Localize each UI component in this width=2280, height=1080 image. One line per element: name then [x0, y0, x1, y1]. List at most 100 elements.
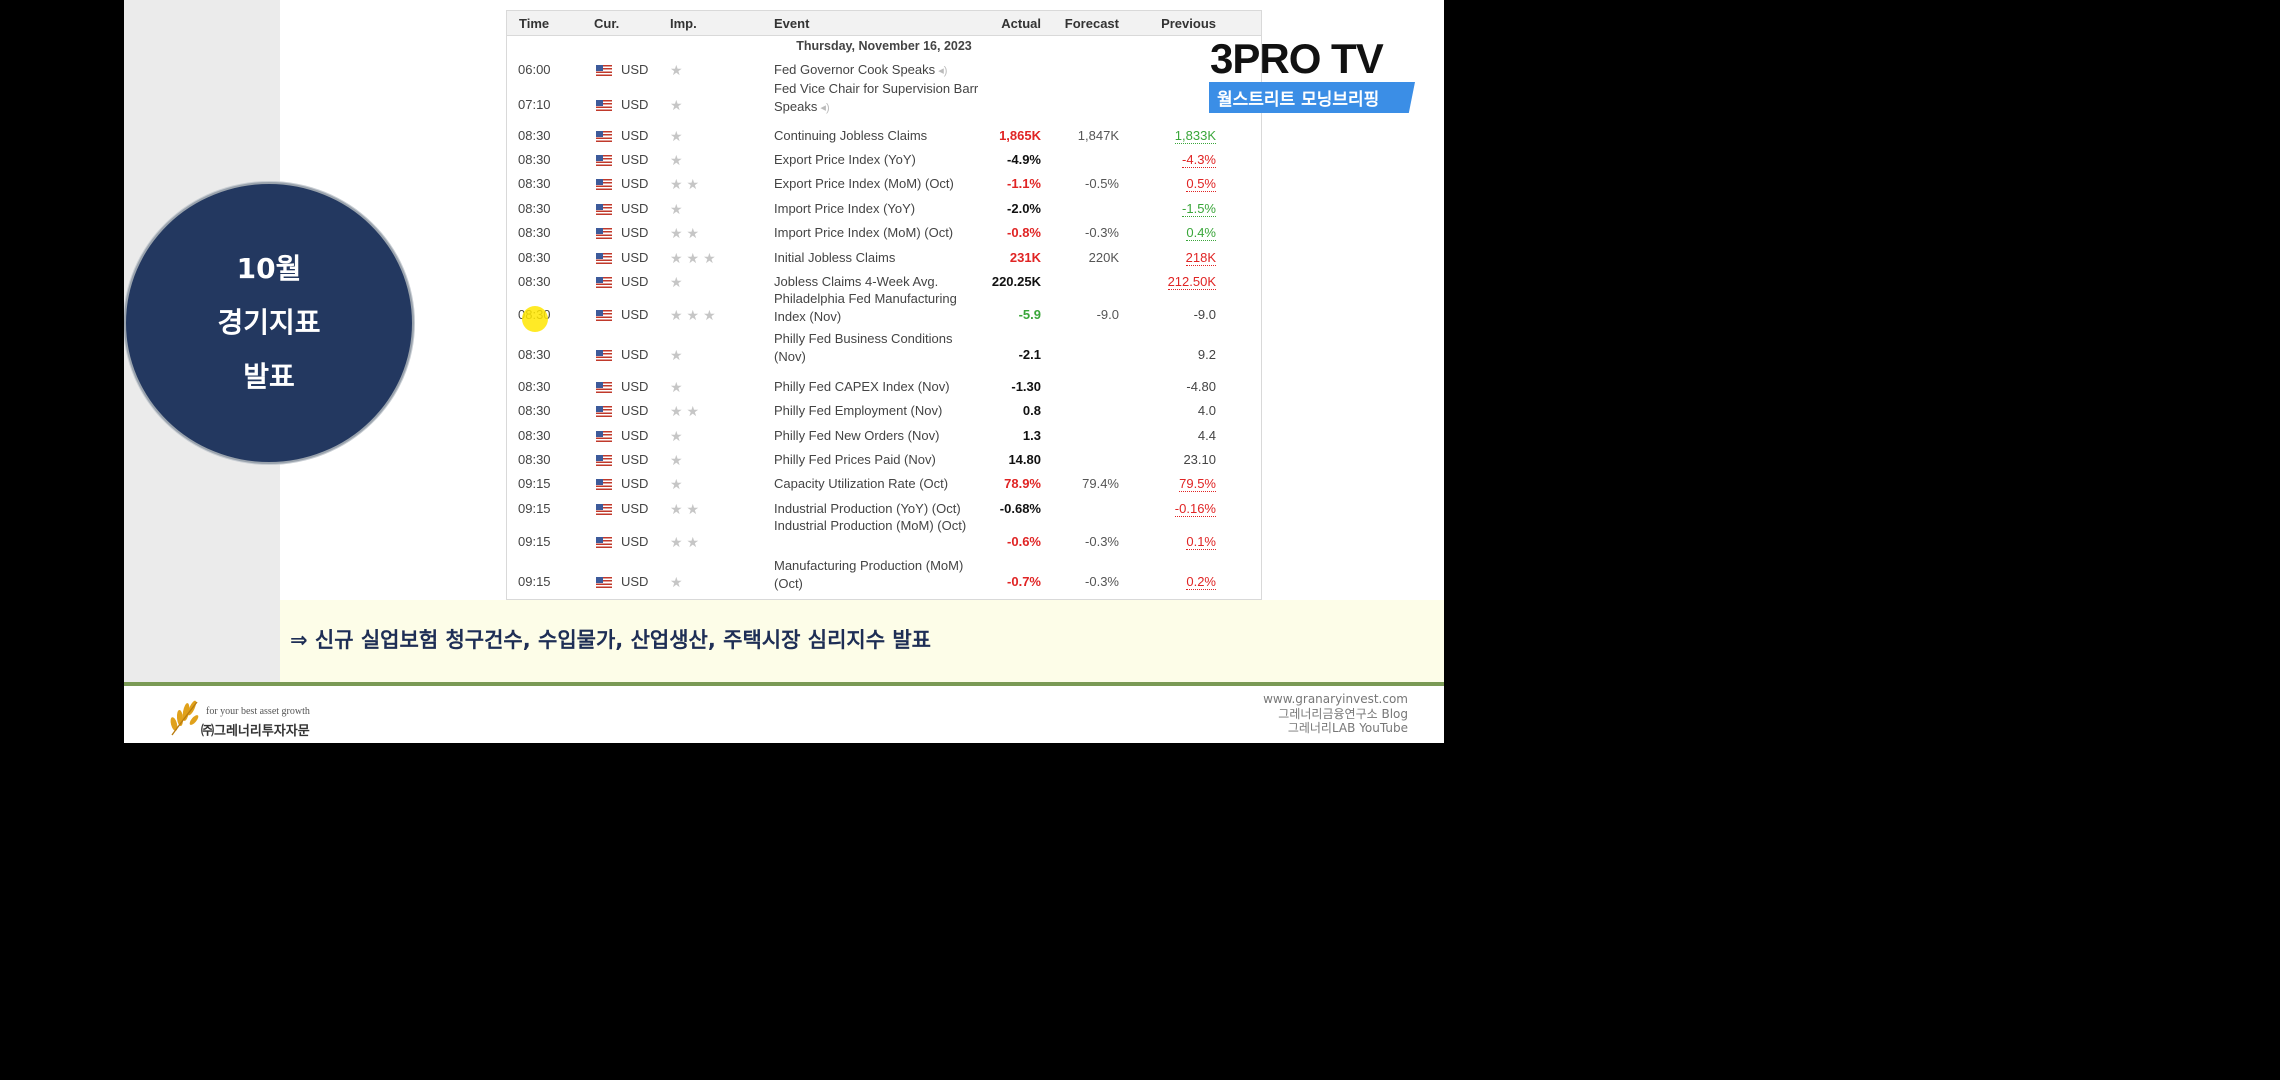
previous-value: 79.5% — [1179, 476, 1216, 492]
previous-value: 0.4% — [1186, 225, 1216, 241]
circle-line-1: 10월 — [236, 252, 302, 285]
topic-circle: 10월 경기지표 발표 — [124, 182, 414, 464]
event-name[interactable]: Export Price Index (MoM) (Oct) — [774, 175, 984, 193]
event-name[interactable]: Continuing Jobless Claims — [774, 127, 984, 145]
event-currency: USD — [621, 201, 649, 216]
event-name-text: Philly Fed Business Conditions (Nov) — [774, 331, 953, 364]
event-name-text: Export Price Index (YoY) — [774, 152, 916, 167]
importance-stars-icon: ★ — [670, 201, 687, 217]
event-name[interactable]: Initial Jobless Claims — [774, 249, 984, 267]
footer-link-blog[interactable]: 그레너리금융연구소 Blog — [1263, 707, 1408, 722]
logo-main: 3PRO TV — [1210, 35, 1384, 82]
event-name-text: Fed Vice Chair for Supervision Barr Spea… — [774, 81, 979, 114]
us-flag-icon — [596, 504, 612, 515]
event-name[interactable]: Philly Fed New Orders (Nov) — [774, 427, 984, 445]
event-currency: USD — [621, 347, 649, 362]
channel-logo: 3PRO TV 월스트리트 모닝브리핑 — [1209, 38, 1415, 113]
cursor-highlight — [522, 306, 548, 332]
actual-value: -1.1% — [1007, 176, 1041, 191]
importance-stars-icon: ★ — [670, 62, 687, 78]
previous-value: 1,833K — [1174, 128, 1216, 144]
event-name[interactable]: Manufacturing Production (MoM) (Oct) — [774, 557, 984, 593]
us-flag-icon — [596, 537, 612, 548]
us-flag-icon — [596, 65, 612, 76]
event-currency: USD — [621, 403, 649, 418]
event-name[interactable]: Philly Fed Prices Paid (Nov) — [774, 451, 984, 469]
event-name[interactable]: Industrial Production (YoY) (Oct) — [774, 500, 984, 518]
topic-circle-text: 10월 경기지표 발표 — [126, 184, 412, 462]
event-name[interactable]: Industrial Production (MoM) (Oct) — [774, 517, 984, 535]
brand-tagline: for your best asset growth — [206, 706, 310, 717]
importance-stars-icon: ★★★ — [670, 250, 720, 266]
event-name-text: Export Price Index (MoM) (Oct) — [774, 176, 954, 191]
previous-value: -4.80 — [1186, 379, 1216, 394]
actual-value: 14.80 — [1008, 452, 1041, 467]
us-flag-icon — [596, 204, 612, 215]
event-name[interactable]: Export Price Index (YoY) — [774, 151, 984, 169]
event-name[interactable]: Import Price Index (YoY) — [774, 200, 984, 218]
event-name[interactable]: Fed Governor Cook Speaks ◂) — [774, 61, 984, 80]
footer-link-website[interactable]: www.granaryinvest.com — [1263, 692, 1408, 707]
actual-value: 1,865K — [999, 128, 1041, 143]
event-time: 09:15 — [518, 574, 551, 589]
event-name[interactable]: Fed Vice Chair for Supervision Barr Spea… — [774, 80, 984, 117]
actual-value: 78.9% — [1004, 476, 1041, 491]
us-flag-icon — [596, 155, 612, 166]
event-name-text: Philly Fed Prices Paid (Nov) — [774, 452, 936, 467]
event-name[interactable]: Philly Fed Employment (Nov) — [774, 402, 984, 420]
event-time: 08:30 — [518, 225, 551, 240]
actual-value: 231K — [1009, 250, 1041, 265]
slide: 10월 경기지표 발표 Time Cur. Imp. Event Actual … — [124, 0, 1444, 743]
event-name[interactable]: Capacity Utilization Rate (Oct) — [774, 475, 984, 493]
event-currency: USD — [621, 574, 649, 589]
previous-value: 212.50K — [1167, 274, 1216, 290]
circle-line-2: 경기지표 — [217, 306, 321, 339]
us-flag-icon — [596, 382, 612, 393]
us-flag-icon — [596, 310, 612, 321]
importance-stars-icon: ★ — [670, 274, 687, 290]
event-currency: USD — [621, 307, 649, 322]
event-name[interactable]: Philly Fed Business Conditions (Nov) — [774, 330, 984, 366]
event-time: 08:30 — [518, 128, 551, 143]
footer-links: www.granaryinvest.com 그레너리금융연구소 Blog 그레너… — [1263, 692, 1408, 736]
us-flag-icon — [596, 431, 612, 442]
importance-stars-icon: ★★ — [670, 501, 704, 517]
previous-value: 23.10 — [1183, 452, 1216, 467]
event-name-text: Continuing Jobless Claims — [774, 128, 928, 143]
event-name-text: Industrial Production (YoY) (Oct) — [774, 501, 961, 516]
event-name-text: Capacity Utilization Rate (Oct) — [774, 476, 949, 491]
previous-value: 0.2% — [1186, 574, 1216, 590]
us-flag-icon — [596, 277, 612, 288]
circle-line-3: 발표 — [243, 360, 295, 393]
event-name[interactable]: Import Price Index (MoM) (Oct) — [774, 224, 984, 242]
event-name-text: Industrial Production (MoM) (Oct) — [774, 518, 967, 533]
event-time: 08:30 — [518, 379, 551, 394]
footer-link-youtube[interactable]: 그레너리LAB YouTube — [1263, 721, 1408, 736]
forecast-value: 79.4% — [1082, 476, 1119, 491]
event-name-text: Philadelphia Fed Manufacturing Index (No… — [774, 291, 957, 324]
logo-subtitle: 월스트리트 모닝브리핑 — [1209, 82, 1415, 113]
actual-value: -1.30 — [1011, 379, 1041, 394]
forecast-value: -0.3% — [1085, 225, 1119, 240]
event-time: 08:30 — [518, 428, 551, 443]
importance-stars-icon: ★ — [670, 379, 687, 395]
event-name[interactable]: Jobless Claims 4-Week Avg. — [774, 273, 984, 291]
importance-stars-icon: ★ — [670, 574, 687, 590]
actual-value: 220.25K — [991, 274, 1041, 289]
event-time: 08:30 — [518, 403, 551, 418]
event-name[interactable]: Philadelphia Fed Manufacturing Index (No… — [774, 290, 984, 326]
us-flag-icon — [596, 455, 612, 466]
economic-calendar-table: Time Cur. Imp. Event Actual Forecast Pre… — [506, 10, 1262, 600]
event-time: 09:15 — [518, 501, 551, 516]
importance-stars-icon: ★★ — [670, 225, 704, 241]
event-name[interactable]: Philly Fed CAPEX Index (Nov) — [774, 378, 984, 396]
previous-value: 4.0 — [1197, 403, 1216, 418]
event-time: 08:30 — [518, 274, 551, 289]
speech-speaker-icon: ◂) — [817, 102, 830, 114]
forecast-value: -9.0 — [1096, 307, 1119, 322]
table-body: 06:00 USD ★ Fed Governor Cook Speaks ◂) 07:1… — [507, 11, 1261, 599]
event-currency: USD — [621, 176, 649, 191]
event-currency: USD — [621, 501, 649, 516]
forecast-value: 220K — [1088, 250, 1119, 265]
event-name-text: Manufacturing Production (MoM) (Oct) — [774, 558, 964, 591]
